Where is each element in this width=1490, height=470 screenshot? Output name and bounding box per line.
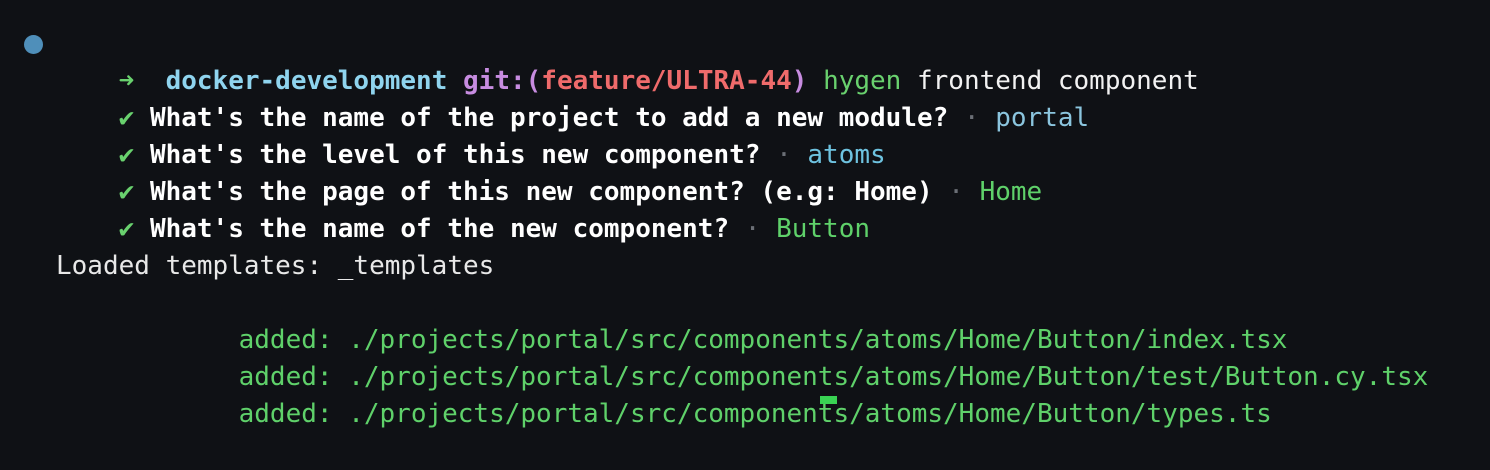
separator: · bbox=[948, 177, 964, 207]
separator: · bbox=[963, 103, 980, 133]
question-text: What's the name of the new component? bbox=[149, 214, 730, 244]
prompt-status-dot-icon bbox=[24, 35, 43, 54]
terminal-cursor bbox=[820, 396, 837, 404]
check-icon: ✔ bbox=[118, 214, 135, 244]
loaded-templates-line: Loaded templates: _templates bbox=[56, 251, 495, 281]
qa-line: ✔ What's the name of the new component? … bbox=[56, 174, 870, 244]
added-file-line: added: ./projects/portal/src/components/… bbox=[176, 322, 1429, 392]
answer-text: Button bbox=[776, 214, 871, 244]
answer-text: Home bbox=[979, 177, 1043, 207]
added-file-line: added: ./projects/portal/src/components/… bbox=[176, 359, 1272, 429]
separator: · bbox=[744, 214, 761, 244]
qa-line: ✔ What's the page of this new component?… bbox=[56, 137, 1043, 207]
prompt-line: ➜ docker-development git:(feature/ULTRA-… bbox=[56, 26, 1199, 96]
qa-line: ✔ What's the name of the project to add … bbox=[56, 63, 1090, 133]
qa-line: ✔ What's the level of this new component… bbox=[56, 100, 886, 170]
added-file-path: ./projects/portal/src/components/atoms/H… bbox=[348, 399, 1272, 429]
added-file-line: added: ./projects/portal/src/components/… bbox=[176, 285, 1288, 355]
answer-text: portal bbox=[995, 103, 1090, 133]
terminal-window[interactable]: ➜ docker-development git:(feature/ULTRA-… bbox=[0, 0, 1490, 429]
added-label: added: bbox=[238, 399, 333, 429]
